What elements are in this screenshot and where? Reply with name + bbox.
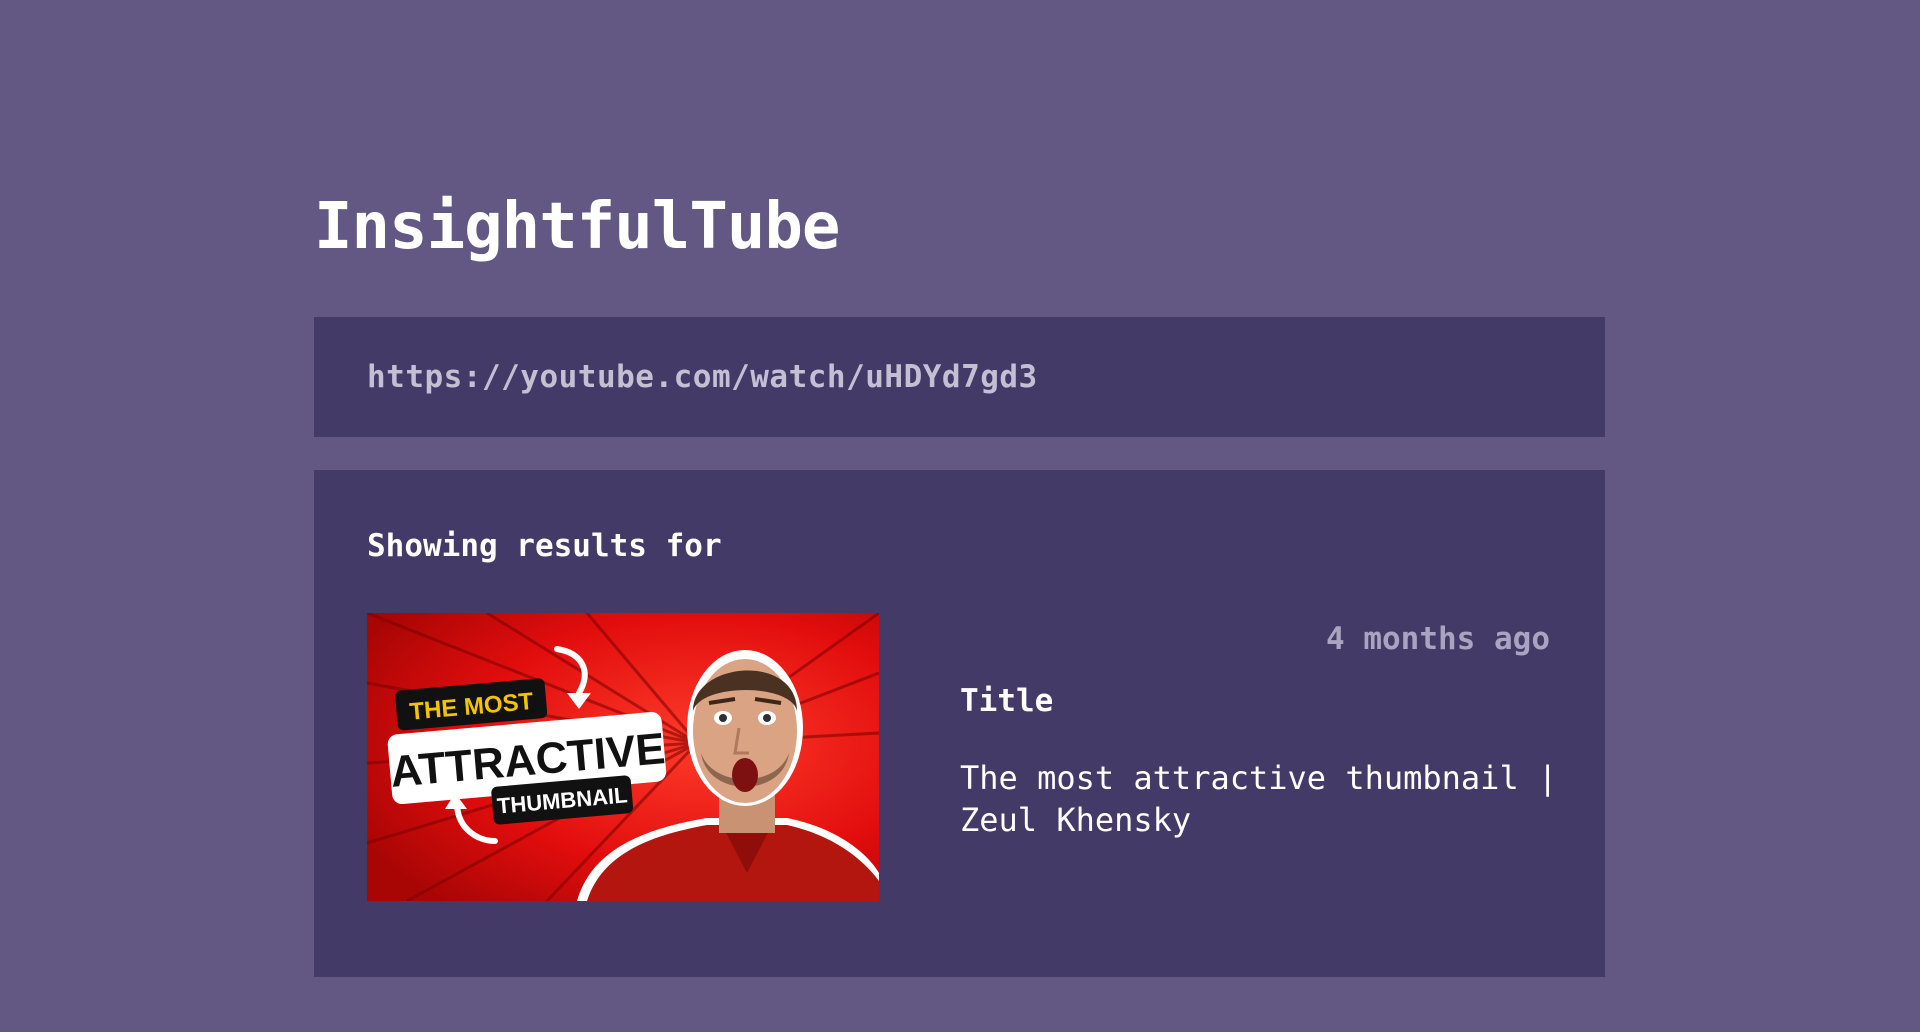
title-label: Title <box>960 683 1054 719</box>
app-title: InsightfulTube <box>314 190 840 264</box>
page: InsightfulTube https://youtube.com/watch… <box>0 0 1920 1032</box>
video-title: The most attractive thumbnail | Zeul Khe… <box>960 759 1558 839</box>
results-panel: Showing results for THE MOST ATTRACTIVE … <box>314 470 1605 977</box>
results-heading: Showing results for <box>367 528 722 564</box>
url-text[interactable]: https://youtube.com/watch/uHDYd7gd3 <box>367 359 1038 395</box>
video-date: 4 months ago <box>1326 621 1550 657</box>
url-input-box[interactable]: https://youtube.com/watch/uHDYd7gd3 <box>314 317 1605 437</box>
video-thumbnail[interactable]: THE MOST ATTRACTIVE THUMBNAIL <box>367 613 879 901</box>
thumbnail-image: THE MOST ATTRACTIVE THUMBNAIL <box>367 613 879 901</box>
video-meta: 4 months ago Title The most attractive t… <box>960 613 1557 901</box>
